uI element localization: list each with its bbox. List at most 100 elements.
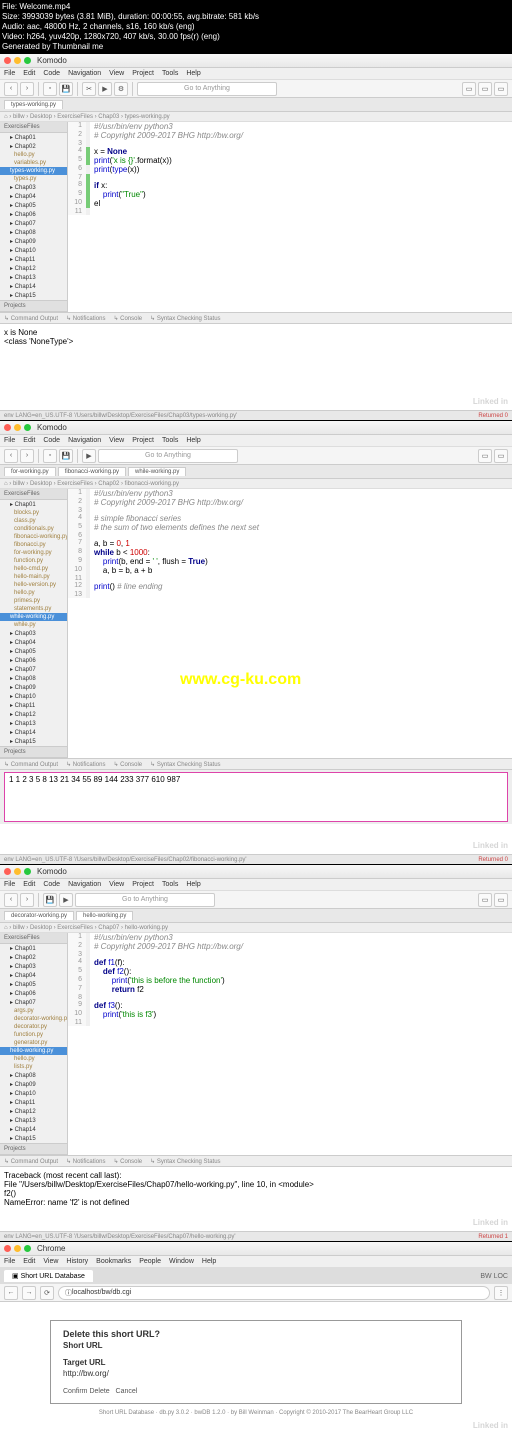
sidebar-item[interactable]: types.py <box>0 175 67 183</box>
titlebar[interactable]: Komodo <box>0 54 512 68</box>
sidebar-item[interactable]: ▸ Chap07 <box>0 665 67 674</box>
minimize-icon[interactable] <box>14 868 21 875</box>
sidebar-item[interactable]: hello.py <box>0 151 67 159</box>
panel-button[interactable]: ▭ <box>478 449 492 463</box>
editor-tab[interactable]: decorator-working.py <box>4 911 74 920</box>
search-input[interactable]: Go to Anything <box>98 449 238 463</box>
sidebar-item[interactable]: args.py <box>0 1007 67 1015</box>
sidebar-item[interactable]: ▸ Chap15 <box>0 291 67 300</box>
sidebar-item[interactable]: ▸ Chap01 <box>0 500 67 509</box>
sidebar-item[interactable]: ▸ Chap10 <box>0 246 67 255</box>
close-icon[interactable] <box>4 424 11 431</box>
menu-item[interactable]: File <box>4 881 15 888</box>
menu-item[interactable]: File <box>4 70 15 77</box>
maximize-icon[interactable] <box>24 868 31 875</box>
menu-item[interactable]: Project <box>132 70 154 77</box>
tool-button[interactable]: ⚙ <box>114 82 128 96</box>
menu-item[interactable]: File <box>4 1258 15 1265</box>
menu-item[interactable]: Edit <box>23 70 35 77</box>
projects-header[interactable]: Projects <box>0 746 67 758</box>
sidebar-item[interactable]: ▸ Chap14 <box>0 728 67 737</box>
panel-tab[interactable]: ↳ Command Output <box>4 1158 58 1165</box>
panel-button[interactable]: ▭ <box>478 893 492 907</box>
code-editor[interactable]: 1#!/usr/bin/env python32# Copyright 2009… <box>68 489 512 758</box>
menu-item[interactable]: Project <box>132 881 154 888</box>
sidebar-item[interactable]: ▸ Chap13 <box>0 273 67 282</box>
sidebar-item[interactable]: ▸ Chap05 <box>0 980 67 989</box>
sidebar-item[interactable]: primes.py <box>0 597 67 605</box>
run-button[interactable]: ▶ <box>59 893 73 907</box>
sidebar-item[interactable]: ▸ Chap15 <box>0 737 67 746</box>
reload-button[interactable]: ⟳ <box>40 1286 54 1300</box>
panel-tab[interactable]: ↳ Console <box>113 761 142 768</box>
editor-tab[interactable]: fibonacci-working.py <box>58 467 126 476</box>
sidebar-item[interactable]: ▸ Chap04 <box>0 192 67 201</box>
panel-button[interactable]: ▭ <box>462 82 476 96</box>
sidebar-item[interactable]: generator.py <box>0 1039 67 1047</box>
menu-item[interactable]: Help <box>186 881 200 888</box>
menu-item[interactable]: Tools <box>162 437 178 444</box>
minimize-icon[interactable] <box>14 1245 21 1252</box>
forward-button[interactable]: › <box>20 82 34 96</box>
sidebar-item[interactable]: while.py <box>0 621 67 629</box>
close-icon[interactable] <box>4 868 11 875</box>
confirm-delete-button[interactable]: Confirm Delete <box>63 1388 110 1395</box>
sidebar-item[interactable]: ▸ Chap05 <box>0 647 67 656</box>
editor-tab[interactable]: hello-working.py <box>76 911 133 920</box>
back-button[interactable]: ‹ <box>4 82 18 96</box>
sidebar-item[interactable]: conditionals.py <box>0 525 67 533</box>
back-button[interactable]: ‹ <box>4 449 18 463</box>
sidebar-item[interactable]: hello-main.py <box>0 573 67 581</box>
sidebar-item[interactable]: ▸ Chap05 <box>0 201 67 210</box>
forward-button[interactable]: › <box>20 893 34 907</box>
maximize-icon[interactable] <box>24 424 31 431</box>
menu-item[interactable]: File <box>4 437 15 444</box>
sidebar-item[interactable]: ▸ Chap03 <box>0 629 67 638</box>
back-button[interactable]: ← <box>4 1286 18 1300</box>
editor-tab[interactable]: for-working.py <box>4 467 56 476</box>
save-button[interactable]: 💾 <box>43 893 57 907</box>
titlebar[interactable]: Komodo <box>0 421 512 435</box>
maximize-icon[interactable] <box>24 1245 31 1252</box>
menu-item[interactable]: Help <box>186 70 200 77</box>
sidebar-item[interactable]: ▸ Chap06 <box>0 656 67 665</box>
sidebar-item[interactable]: ▸ Chap07 <box>0 219 67 228</box>
sidebar-item[interactable]: ▸ Chap15 <box>0 1134 67 1143</box>
save-button[interactable]: 💾 <box>59 82 73 96</box>
menu-item[interactable]: Help <box>186 437 200 444</box>
sidebar-item[interactable]: ▸ Chap08 <box>0 674 67 683</box>
sidebar-item[interactable]: ▸ Chap11 <box>0 1098 67 1107</box>
breadcrumb[interactable]: ⌂ › billw › Desktop › ExerciseFiles › Ch… <box>0 923 512 933</box>
back-button[interactable]: ‹ <box>4 893 18 907</box>
panel-button[interactable]: ▭ <box>478 82 492 96</box>
editor-tab[interactable]: while-working.py <box>128 467 186 476</box>
sidebar-item[interactable]: statements.py <box>0 605 67 613</box>
minimize-icon[interactable] <box>14 424 21 431</box>
sidebar-item[interactable]: ▸ Chap02 <box>0 142 67 151</box>
new-file-button[interactable]: ▫ <box>43 82 57 96</box>
sidebar-item[interactable]: hello-cmd.py <box>0 565 67 573</box>
forward-button[interactable]: → <box>22 1286 36 1300</box>
breadcrumb[interactable]: ⌂ › billw › Desktop › ExerciseFiles › Ch… <box>0 479 512 489</box>
sidebar-item[interactable]: hello-working.py <box>0 1047 67 1055</box>
sidebar-item[interactable]: ▸ Chap12 <box>0 1107 67 1116</box>
sidebar-item[interactable]: ▸ Chap11 <box>0 255 67 264</box>
sidebar-item[interactable]: ▸ Chap09 <box>0 683 67 692</box>
panel-tab[interactable]: ↳ Console <box>113 1158 142 1165</box>
sidebar-item[interactable]: hello-version.py <box>0 581 67 589</box>
sidebar-item[interactable]: while-working.py <box>0 613 67 621</box>
panel-button[interactable]: ▭ <box>494 449 508 463</box>
sidebar-item[interactable]: ▸ Chap12 <box>0 710 67 719</box>
panel-tab[interactable]: ↳ Syntax Checking Status <box>150 315 220 322</box>
sidebar-item[interactable]: lists.py <box>0 1063 67 1071</box>
sidebar-item[interactable]: decorator.py <box>0 1023 67 1031</box>
code-editor[interactable]: 1#!/usr/bin/env python32# Copyright 2009… <box>68 122 512 312</box>
sidebar-item[interactable]: ▸ Chap08 <box>0 228 67 237</box>
menu-item[interactable]: Code <box>43 881 60 888</box>
sidebar-item[interactable]: ▸ Chap04 <box>0 638 67 647</box>
sidebar-item[interactable]: for-working.py <box>0 549 67 557</box>
panel-button[interactable]: ▭ <box>494 82 508 96</box>
sidebar-item[interactable]: types-working.py <box>0 167 67 175</box>
panel-tab[interactable]: ↳ Notifications <box>66 315 105 322</box>
sidebar-item[interactable]: ▸ Chap07 <box>0 998 67 1007</box>
